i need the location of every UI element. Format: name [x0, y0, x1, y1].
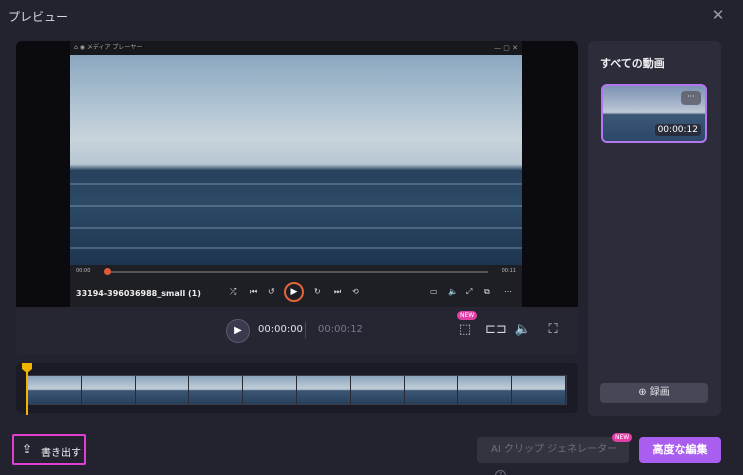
- repeat-icon[interactable]: ⟲: [352, 287, 359, 296]
- inner-titlebar: ⌂ ◉ メディア プレーヤー — ▢ ✕: [70, 41, 522, 55]
- forward-icon[interactable]: ↻: [314, 287, 321, 296]
- ai-clip-label: AI クリップ ジェネレーター: [491, 444, 618, 455]
- play-button[interactable]: ▶: [226, 319, 250, 343]
- inner-title: メディア プレーヤー: [86, 44, 143, 51]
- export-button[interactable]: ⇪ 書き出す: [12, 434, 86, 465]
- previous-icon[interactable]: ⏮: [250, 287, 257, 297]
- shuffle-icon[interactable]: ⤮: [230, 287, 236, 297]
- controls-bar: ▶ 00:00:00 00:00:12 NEW ⬚ ⊏⊐ 🔈 ⛶: [16, 307, 578, 354]
- new-badge: NEW: [457, 311, 478, 320]
- inner-seek-knob[interactable]: [104, 268, 111, 275]
- miniplayer-icon[interactable]: ⧉: [484, 287, 490, 297]
- video-area: ⌂ ◉ メディア プレーヤー — ▢ ✕ 00:00 00:11 33194-3…: [16, 41, 578, 307]
- more-icon[interactable]: ⋯: [504, 287, 512, 296]
- inner-seek-bar[interactable]: [106, 271, 488, 273]
- timeline-strip[interactable]: [27, 375, 567, 405]
- record-button[interactable]: ⊕ 録画: [600, 383, 708, 403]
- embedded-media-player: ⌂ ◉ メディア プレーヤー — ▢ ✕ 00:00 00:11 33194-3…: [70, 41, 522, 307]
- player-logo-icon: ◉: [79, 44, 85, 51]
- video-thumbnail[interactable]: ··· 00:00:12: [601, 84, 707, 143]
- close-icon[interactable]: ✕: [711, 8, 725, 23]
- inner-time-start: 00:00: [76, 268, 91, 274]
- upload-icon: ⇪: [22, 442, 33, 456]
- ai-new-badge: NEW: [612, 433, 633, 442]
- sidebar-title: すべての動画: [600, 57, 665, 70]
- video-frame: [70, 55, 522, 265]
- captions-icon[interactable]: ▭: [430, 287, 438, 296]
- volume-icon[interactable]: 🔈: [514, 321, 532, 339]
- timeline[interactable]: [16, 363, 578, 415]
- video-library-sidebar: すべての動画 ··· 00:00:12 ⊕ 録画: [588, 41, 721, 416]
- crop-icon[interactable]: ⊏⊐: [485, 321, 507, 339]
- preview-panel: ⌂ ◉ メディア プレーヤー — ▢ ✕ 00:00 00:11 33194-3…: [16, 41, 578, 354]
- more-options-icon[interactable]: ···: [681, 91, 701, 105]
- home-icon: ⌂: [74, 44, 78, 51]
- help-icon[interactable]: ?: [495, 469, 506, 475]
- ai-clip-generator-button[interactable]: AI クリップ ジェネレーター?: [477, 437, 629, 475]
- time-divider: [305, 322, 306, 338]
- volume-icon[interactable]: 🔈: [448, 287, 458, 296]
- inner-play-icon[interactable]: ▶: [284, 282, 304, 302]
- advanced-edit-button[interactable]: 高度な編集: [639, 437, 721, 463]
- fullscreen-icon[interactable]: ⤢: [466, 287, 472, 297]
- rewind-icon[interactable]: ↺: [268, 287, 275, 296]
- inner-controls: 33194-396036988_small (1) ⤮ ⏮ ↺ ▶ ↻ ⏭ ⟲ …: [70, 279, 522, 307]
- thumbnail-duration: 00:00:12: [654, 124, 701, 136]
- file-name: 33194-396036988_small (1): [76, 289, 201, 298]
- inner-time-end: 00:11: [501, 268, 516, 274]
- ai-cursor-icon[interactable]: ⬚: [456, 321, 474, 339]
- inner-progress: 00:00 00:11: [70, 265, 522, 279]
- window-title: プレビュー: [8, 10, 69, 24]
- next-icon[interactable]: ⏭: [334, 287, 341, 297]
- total-time: 00:00:12: [318, 324, 363, 335]
- current-time: 00:00:00: [258, 324, 303, 335]
- fullscreen-icon[interactable]: ⛶: [544, 321, 562, 339]
- playhead-handle[interactable]: [22, 363, 32, 373]
- window-controls-icon: — ▢ ✕: [494, 44, 518, 52]
- export-label: 書き出す: [41, 448, 81, 459]
